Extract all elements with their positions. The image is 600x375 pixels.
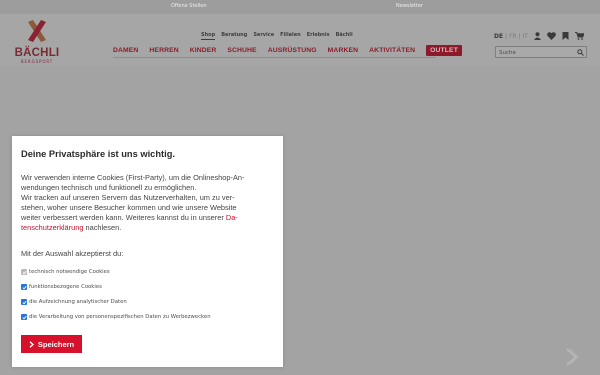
check-icon xyxy=(21,300,27,304)
nav-item-outlet[interactable]: OUTLET xyxy=(426,44,462,56)
subnav-item-baechli[interactable]: Bächli xyxy=(336,32,353,40)
dialog-body-text: Wir verwenden interne Cookies (First-Par… xyxy=(21,173,279,233)
header-icons xyxy=(534,32,584,40)
option-label: technisch notwendige Cookies xyxy=(29,269,110,275)
nav-item-aktivitaeten[interactable]: AKTIVITÄTEN xyxy=(369,47,415,54)
nav-item-ausruestung[interactable]: AUSRÜSTUNG xyxy=(268,47,317,54)
secondary-nav: Shop Beratung Service Filialen Erlebnis … xyxy=(201,32,353,40)
dialog-title: Deine Privatsphäre ist uns wichtig. xyxy=(21,149,175,159)
lang-it[interactable]: IT xyxy=(522,33,527,40)
logo-mark-icon xyxy=(28,20,46,42)
logo-sub-text: BERGSPORT xyxy=(20,59,54,64)
top-utility-bar: Offene Stellen Newsletter xyxy=(0,0,600,14)
save-button[interactable]: Speichern xyxy=(21,335,82,353)
check-icon xyxy=(21,315,27,319)
nav-divider xyxy=(113,57,436,58)
subnav-item-beratung[interactable]: Beratung xyxy=(221,32,247,40)
cookie-consent-dialog: Deine Privatsphäre ist uns wichtig. Wir … xyxy=(12,136,283,367)
save-button-label: Speichern xyxy=(37,339,75,349)
option-advertising: die Verarbeitung von personenspezifische… xyxy=(21,314,211,320)
main-nav: DAMEN HERREN KINDER SCHUHE AUSRÜSTUNG MA… xyxy=(113,44,462,56)
option-label: die Aufzeichnung analytischer Daten xyxy=(29,299,127,305)
language-switcher: DE | FR | IT xyxy=(494,33,528,40)
body-line: stehen, woher unsere Besucher kommen und… xyxy=(21,203,237,212)
user-icon[interactable] xyxy=(534,32,541,40)
lang-de[interactable]: DE xyxy=(494,33,503,40)
jobs-link[interactable]: Offene Stellen xyxy=(171,3,207,9)
nav-item-schuhe[interactable]: SCHUHE xyxy=(227,47,256,54)
privacy-link-part1[interactable]: Da- xyxy=(226,213,238,222)
option-label: die Verarbeitung von personenspezifische… xyxy=(29,314,211,320)
body-line: Wir verwenden interne Cookies (First-Par… xyxy=(21,173,245,182)
nav-item-damen[interactable]: DAMEN xyxy=(113,47,138,54)
subnav-item-shop[interactable]: Shop xyxy=(201,32,216,40)
heart-icon[interactable] xyxy=(547,32,556,40)
option-label: funktionsbezogene Cookies xyxy=(29,284,102,290)
subnav-item-service[interactable]: Service xyxy=(253,32,274,40)
lang-fr[interactable]: FR xyxy=(509,33,517,40)
search-input[interactable] xyxy=(499,48,575,57)
chevron-right-icon xyxy=(29,340,34,348)
option-functional-cookies: funktionsbezogene Cookies xyxy=(21,284,102,290)
check-icon xyxy=(21,270,27,274)
checkbox-analytics[interactable] xyxy=(21,299,27,305)
checkbox-necessary xyxy=(21,269,27,275)
subnav-item-filialen[interactable]: Filialen xyxy=(280,32,301,40)
body-line: wendungen technisch und funktionell zu e… xyxy=(21,183,197,192)
nav-item-herren[interactable]: HERREN xyxy=(149,47,178,54)
logo-brand-text: BÄCHLI xyxy=(14,47,60,59)
body-line: weiter verbessert werden kann. Weiteres … xyxy=(21,213,226,222)
cart-icon[interactable] xyxy=(575,32,584,40)
nav-item-marken[interactable]: MARKEN xyxy=(328,47,358,54)
subnav-item-erlebnis[interactable]: Erlebnis xyxy=(307,32,330,40)
privacy-policy-link[interactable]: tenschutzerklärung xyxy=(21,223,83,232)
bookmark-icon[interactable] xyxy=(562,32,569,40)
body-line-end: nachlesen. xyxy=(83,223,122,232)
option-necessary-cookies: technisch notwendige Cookies xyxy=(21,269,110,275)
checkbox-advertising[interactable] xyxy=(21,314,27,320)
site-header: BÄCHLI BERGSPORT Shop Beratung Service F… xyxy=(0,14,600,66)
nav-item-kinder[interactable]: KINDER xyxy=(190,47,217,54)
check-icon xyxy=(21,285,27,289)
newsletter-link[interactable]: Newsletter xyxy=(396,3,423,9)
option-analytics: die Aufzeichnung analytischer Daten xyxy=(21,299,127,305)
search-box xyxy=(495,46,587,58)
checkbox-functional[interactable] xyxy=(21,284,27,290)
site-logo[interactable]: BÄCHLI BERGSPORT xyxy=(12,20,62,64)
options-intro: Mit der Auswahl akzeptierst du: xyxy=(21,249,124,258)
body-line: Wir tracken auf unseren Servern das Nutz… xyxy=(21,193,235,202)
carousel-next-icon[interactable] xyxy=(565,348,579,366)
search-icon[interactable] xyxy=(577,49,584,56)
